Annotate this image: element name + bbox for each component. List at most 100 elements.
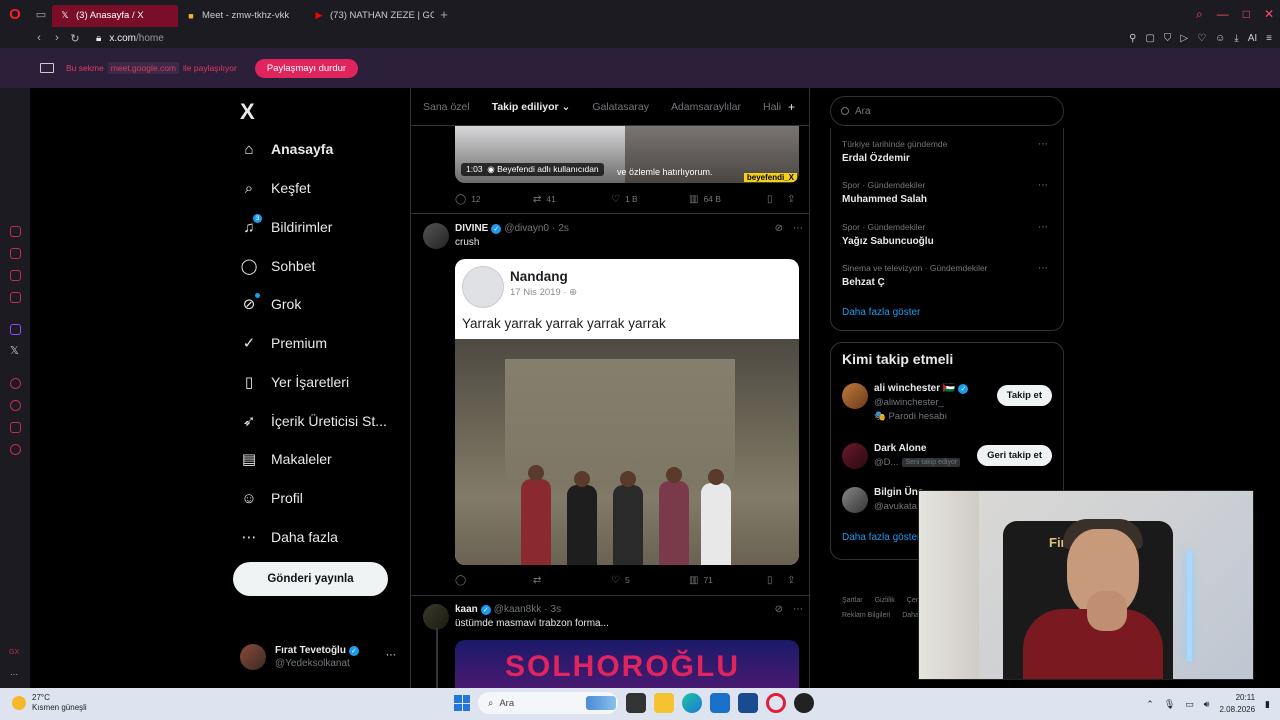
clock[interactable]: 20:11 2.08.2026 (1219, 692, 1255, 716)
views-button[interactable]: ▥ 64 B (689, 194, 767, 205)
sidebar-messenger-icon[interactable] (10, 270, 21, 281)
play-icon[interactable]: ▷ (1180, 33, 1188, 44)
grok-icon[interactable]: ⊘ (775, 604, 783, 615)
windows-start-icon[interactable] (454, 695, 470, 711)
post-image[interactable]: Nandang 17 Nis 2019 · ⊕ Yarrak yarrak ya… (455, 259, 799, 565)
nav-item-articles[interactable]: ▤ Makaleler (240, 447, 332, 471)
outlook-icon[interactable] (710, 693, 730, 713)
tab-adamsaraylilar[interactable]: Adamsaraylılar (671, 101, 741, 113)
sidebar-more-icon[interactable]: ⋯ (10, 670, 18, 679)
follow-button[interactable]: Takip et (996, 385, 1052, 406)
search-tabs-icon[interactable]: ⌕ (1196, 7, 1203, 22)
heart-icon[interactable]: ♡ (1197, 33, 1206, 44)
store-icon[interactable] (738, 693, 758, 713)
screenshot-icon[interactable]: ▢ (1145, 33, 1154, 44)
add-tab-icon[interactable]: + (788, 100, 795, 114)
edge-icon[interactable] (682, 693, 702, 713)
nav-item-bookmarks[interactable]: ▯ Yer İşaretleri (240, 370, 349, 394)
app-icon[interactable] (794, 693, 814, 713)
close-icon[interactable]: ✕ (1264, 7, 1274, 21)
follow-suggestion[interactable]: Dark Alone @D... Seni takip ediyor Geri t… (842, 443, 1063, 473)
sidebar-player-icon[interactable] (10, 378, 21, 389)
sidebar-settings-icon[interactable] (10, 444, 21, 455)
forward-icon[interactable]: › (48, 32, 66, 44)
chevron-up-icon[interactable]: ⌃ (1146, 699, 1154, 710)
shield-icon[interactable]: ⛉ (1164, 33, 1172, 44)
trend-item[interactable]: Spor · Gündemdekiler Yağız Sabuncuoğlu ⋯ (842, 222, 1054, 247)
file-explorer-icon[interactable] (654, 693, 674, 713)
sidebar-twitch-icon[interactable] (10, 324, 21, 335)
opera-icon[interactable] (766, 693, 786, 713)
profile-icon[interactable]: ☺ (1215, 33, 1225, 44)
more-options-icon[interactable]: ⋯ (1038, 222, 1048, 233)
tab-x-home[interactable]: 𝕏 (3) Anasayfa / X (52, 4, 178, 27)
bookmark-button[interactable]: ▯ (767, 194, 787, 205)
sidebar-gx-icon[interactable]: GX (9, 649, 19, 656)
reply-button[interactable]: ◯ 12 (455, 194, 533, 205)
repost-button[interactable]: ⇄ 41 (533, 194, 611, 205)
microphone-icon[interactable]: 🎙︎ (1164, 699, 1175, 710)
sidebar-x-icon[interactable]: 𝕏 (10, 344, 19, 357)
trend-item[interactable]: Spor · Gündemdekiler Muhammed Salah ⋯ (842, 180, 1054, 205)
tab-youtube[interactable]: ▶ (73) NATHAN ZEZE | GOLC (306, 5, 434, 27)
more-options-icon[interactable]: ⋯ (793, 604, 803, 615)
ai-icon[interactable]: AI (1248, 33, 1257, 44)
nav-item-chat[interactable]: ◯ Sohbet (240, 254, 316, 278)
x-logo-icon[interactable]: X (240, 99, 255, 125)
post-button[interactable]: Gönderi yayınla (233, 562, 388, 596)
back-icon[interactable]: ‹ (30, 32, 48, 44)
more-options-icon[interactable]: ⋯ (793, 223, 803, 234)
show-more-link[interactable]: Daha fazla göster (842, 532, 920, 543)
show-more-link[interactable]: Daha fazla göster (842, 307, 920, 318)
nav-item-notifications[interactable]: ♫ 3 Bildirimler (240, 214, 332, 239)
sidebar-history-icon[interactable] (10, 400, 21, 411)
opera-logo-icon[interactable]: O (0, 0, 30, 28)
nav-item-explore[interactable]: ⌕ Keşfet (240, 176, 311, 200)
tab-meet[interactable]: ■ Meet - zmw-tkhz-vkk (178, 5, 306, 27)
trend-item[interactable]: Türkiye tarihinde gündemde Erdal Özdemir… (842, 139, 1054, 164)
more-options-icon[interactable]: ⋯ (386, 650, 396, 661)
nav-item-more[interactable]: ⋯ Daha fazla (240, 525, 338, 549)
more-options-icon[interactable]: ⋯ (1038, 263, 1048, 274)
follow-back-button[interactable]: Geri takip et (977, 445, 1052, 466)
more-options-icon[interactable]: ⋯ (1038, 180, 1048, 191)
new-tab-button[interactable]: + (434, 4, 454, 24)
tab-galatasaray[interactable]: Galatasaray (592, 101, 649, 113)
more-options-icon[interactable]: ⋯ (1038, 139, 1048, 150)
bookmark-button[interactable]: ▯ (767, 575, 787, 586)
tab-for-you[interactable]: Sana özel (423, 101, 470, 113)
search-input[interactable]: Ara (830, 96, 1064, 126)
nav-item-profile[interactable]: ☺ Profil (240, 486, 303, 510)
notifications-icon[interactable]: ▮ (1265, 699, 1270, 710)
pin-icon[interactable]: ⚲ (1129, 33, 1136, 44)
tab-hali[interactable]: Hali (763, 101, 781, 113)
minimize-icon[interactable]: — (1217, 7, 1229, 21)
workspace-icon[interactable]: ▭ (30, 0, 52, 28)
sidebar-ai-icon[interactable] (10, 248, 21, 259)
sidebar-aria-icon[interactable] (10, 226, 21, 237)
nav-item-home[interactable]: ⌂ Anasayfa (240, 137, 333, 161)
share-button[interactable]: ⇪ (787, 194, 795, 205)
speaker-icon[interactable]: 🔊︎ (1204, 699, 1210, 710)
like-button[interactable]: ♡ 1 B (611, 194, 689, 205)
video-media[interactable]: 1:03 ◉ Beyefendi adlı kullanıcıdan ve öz… (455, 126, 799, 183)
follow-suggestion[interactable]: ali winchester 🇵🇸 ✓ @aliwinchester_ 🎭 Par… (842, 383, 1063, 422)
repost-button[interactable]: ⇄ (533, 575, 611, 586)
nav-item-grok[interactable]: ⊘ Grok (240, 292, 301, 316)
grok-icon[interactable]: ⊘ (775, 223, 783, 234)
network-icon[interactable]: ▭ (1185, 699, 1194, 710)
stop-sharing-button[interactable]: Paylaşmayı durdur (254, 58, 359, 78)
avatar[interactable] (423, 604, 449, 630)
menu-icon[interactable]: ≡ (1266, 33, 1272, 44)
taskbar-search[interactable]: ⌕ Ara (478, 692, 618, 714)
task-view-icon[interactable] (626, 693, 646, 713)
nav-item-creator-studio[interactable]: ➶ İçerik Üreticisi St... (240, 409, 387, 433)
reload-icon[interactable]: ↻ (66, 32, 84, 45)
weather-widget[interactable]: 27°C Kısmen güneşli (12, 693, 87, 713)
tab-following[interactable]: Takip ediliyor ⌄ (492, 101, 571, 113)
sidebar-extensions-icon[interactable] (10, 422, 21, 433)
share-button[interactable]: ⇪ (787, 575, 795, 586)
avatar[interactable] (423, 223, 449, 249)
nav-item-premium[interactable]: ✓ Premium (240, 331, 327, 355)
reply-button[interactable]: ◯ (455, 575, 533, 586)
